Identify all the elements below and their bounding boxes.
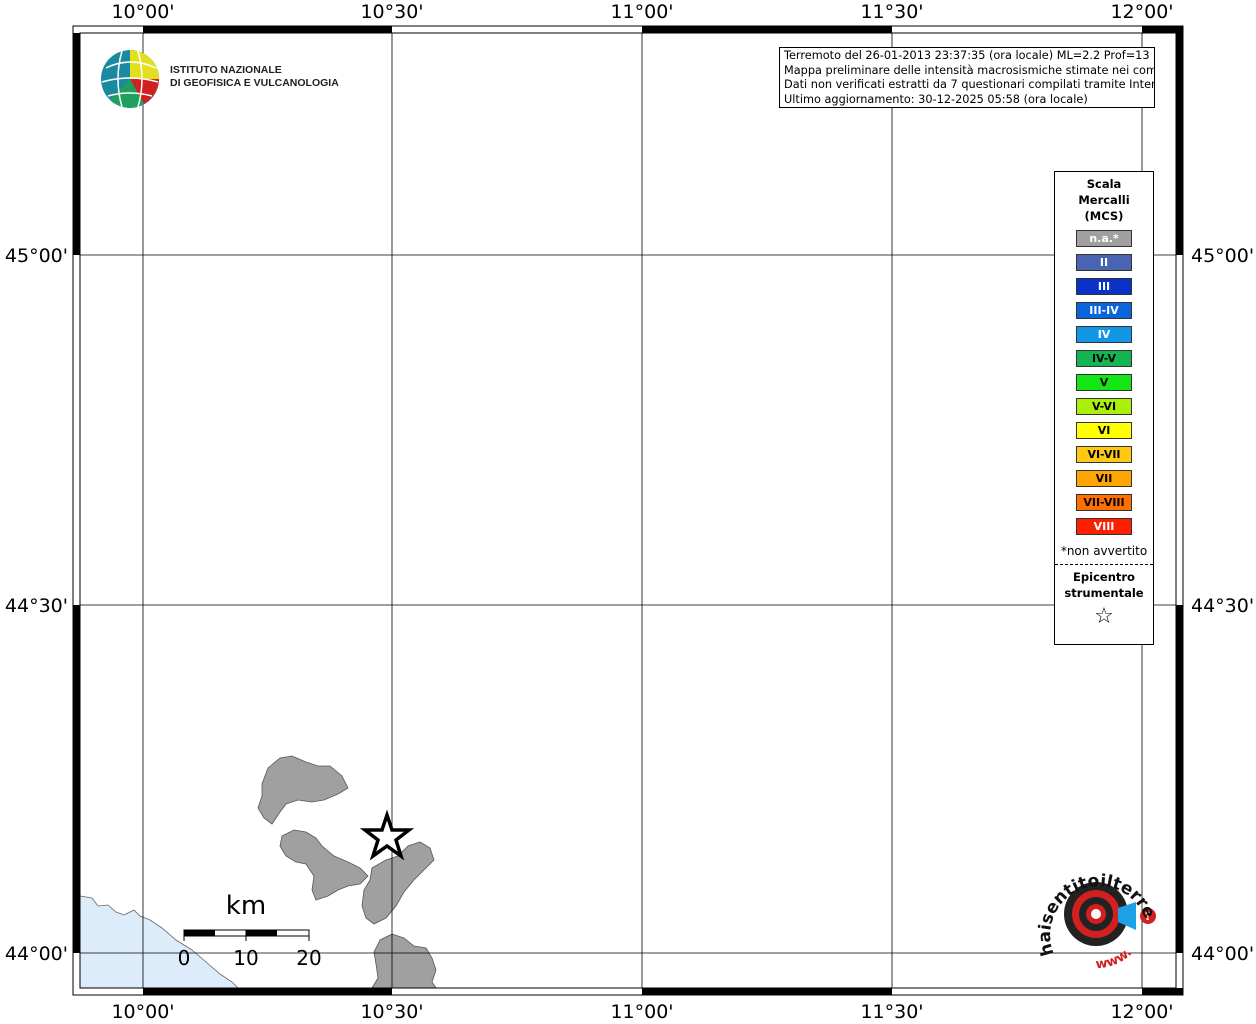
info-line: Ultimo aggiornamento: 30-12-2025 05:58 (…: [784, 92, 1088, 106]
lat-label: 45°00': [5, 245, 68, 267]
legend-title-line: Mercalli: [1078, 193, 1130, 207]
scale-label: 10: [233, 946, 258, 970]
lon-label: 10°00': [111, 1, 174, 23]
lon-label: 11°00': [610, 1001, 673, 1023]
info-line: Mappa preliminare delle intensità macros…: [784, 63, 1155, 77]
logo-line: ISTITUTO NAZIONALE: [170, 64, 282, 76]
lon-label: 12°00': [1110, 1, 1173, 23]
legend-item: VI-VII: [1076, 446, 1132, 463]
lat-label: 44°30': [5, 595, 68, 617]
legend-title-line: Scala: [1086, 177, 1122, 191]
legend-epi-line: Epicentro: [1073, 570, 1135, 584]
lon-labels-top: 10°00' 10°30' 11°00' 11°30' 12°00': [111, 1, 1173, 23]
lat-labels-left: 45°00' 44°30' 44°00': [5, 245, 68, 965]
lat-label: 44°00': [5, 943, 68, 965]
legend-item: IV: [1076, 326, 1132, 343]
map-area: [80, 33, 1176, 988]
legend-separator: [1055, 564, 1153, 565]
legend-note: *non avvertito: [1060, 544, 1148, 558]
legend-epi-line: strumentale: [1064, 586, 1144, 600]
legend-item: II: [1076, 254, 1132, 271]
scale-unit: km: [226, 891, 266, 921]
lon-label: 10°30': [360, 1, 423, 23]
legend-item: VI: [1076, 422, 1132, 439]
legend-item: V-VI: [1076, 398, 1132, 415]
event-info-box: Terremoto del 26-01-2013 23:37:35 (ora l…: [779, 47, 1155, 108]
scale-label: 0: [178, 946, 191, 970]
info-line: Dati non verificati estratti da 7 questi…: [784, 78, 1155, 91]
lat-label: 45°00': [1191, 245, 1254, 267]
info-line: Terremoto del 26-01-2013 23:37:35 (ora l…: [784, 49, 1155, 62]
legend-star-icon: ☆: [1094, 604, 1114, 629]
logo-line: DI GEOFISICA E VULCANOLOGIA: [170, 77, 339, 89]
legend-title-line: (MCS): [1084, 209, 1124, 223]
haisentito-badge-logo: ? haisentitoilterremoto.it www.: [1036, 856, 1159, 972]
legend-item: n.a.*: [1076, 230, 1132, 247]
lat-label: 44°30': [1191, 595, 1254, 617]
lat-labels-right: 45°00' 44°30' 44°00': [1191, 245, 1254, 965]
lon-labels-bottom: 10°00' 10°30' 11°00' 11°30' 12°00': [111, 1001, 1173, 1023]
legend-item: III-IV: [1076, 302, 1132, 319]
legend-item: V: [1076, 374, 1132, 391]
ingv-logo-text: ISTITUTO NAZIONALE DI GEOFISICA E VULCAN…: [170, 64, 339, 90]
legend-epicenter-label: Epicentro strumentale: [1055, 569, 1153, 601]
legend-items: n.a.* II III III-IV IV IV-V V V-VI VI VI-VII VII VI…: [1055, 230, 1153, 535]
lon-label: 11°30': [860, 1, 923, 23]
scale-label: 20: [296, 946, 321, 970]
mcs-legend: Scala Mercalli (MCS) n.a.* II III III-IV IV I…: [1054, 171, 1154, 645]
lon-label: 11°30': [860, 1001, 923, 1023]
legend-item: III: [1076, 278, 1132, 295]
legend-item: VIII: [1076, 518, 1132, 535]
ingv-globe-logo: [101, 50, 159, 108]
lon-label: 12°00': [1110, 1001, 1173, 1023]
lat-label: 44°00': [1191, 943, 1254, 965]
badge-www: www.: [1095, 945, 1135, 972]
legend-title: Scala Mercalli (MCS): [1055, 176, 1153, 224]
lon-label: 10°30': [360, 1001, 423, 1023]
lon-label: 11°00': [610, 1, 673, 23]
lon-label: 10°00': [111, 1001, 174, 1023]
legend-item: VII: [1076, 470, 1132, 487]
legend-item: IV-V: [1076, 350, 1132, 367]
legend-item: VII-VIII: [1076, 494, 1132, 511]
